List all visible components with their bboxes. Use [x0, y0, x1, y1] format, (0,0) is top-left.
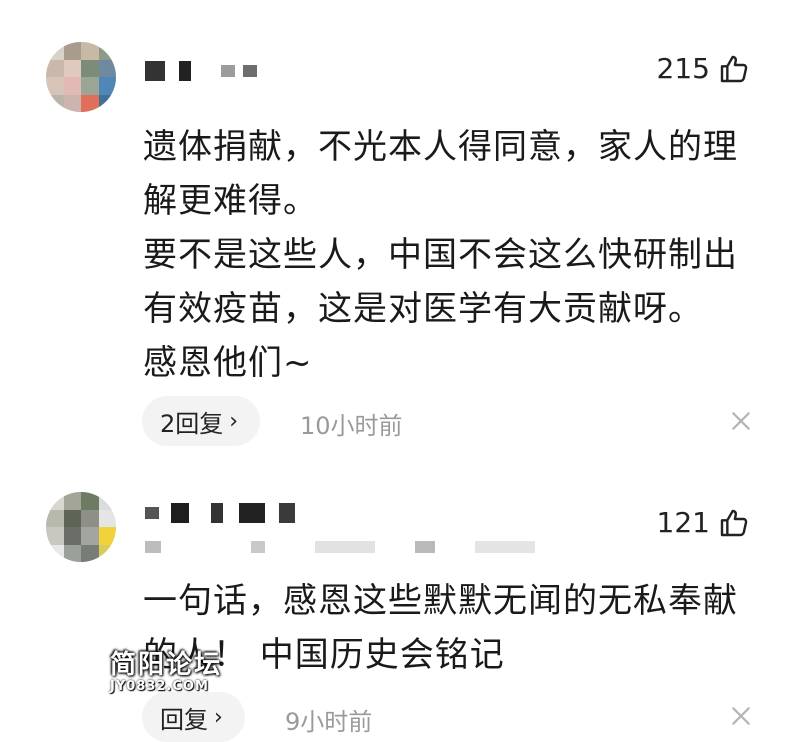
- close-icon[interactable]: [730, 705, 752, 727]
- replies-label: 2回复: [160, 409, 224, 438]
- watermark-name: 简阳论坛: [110, 650, 223, 680]
- comment-text-line: 遗体捐献，不光本人得同意，家人的理: [143, 127, 738, 167]
- like-count[interactable]: 121: [657, 506, 750, 539]
- reply-button[interactable]: 回复 ›: [142, 692, 245, 742]
- comment-text-line: 要不是这些人，中国不会这么快研制出: [143, 235, 738, 275]
- comment-text-line: 解更难得。: [143, 181, 318, 221]
- user-subtitle-redacted: [145, 540, 535, 554]
- watermark-site: JY0832.COM: [110, 679, 209, 694]
- comment-text-line: 的人！ 中国历史会铭记: [143, 635, 505, 675]
- avatar[interactable]: [46, 492, 116, 562]
- comment-text-line: 一句话，感恩这些默默无闻的无私奉献: [143, 581, 738, 621]
- like-count-value: 121: [656, 506, 710, 539]
- username-redacted[interactable]: [145, 502, 295, 524]
- thumbs-up-icon[interactable]: [718, 507, 750, 539]
- timestamp: 9小时前: [285, 708, 373, 736]
- thumbs-up-icon[interactable]: [718, 53, 750, 85]
- reply-label: 回复: [160, 705, 208, 734]
- like-count[interactable]: 215: [657, 52, 750, 85]
- like-count-value: 215: [656, 52, 710, 85]
- comment-text-line: 有效疫苗，这是对医学有大贡献呀。: [143, 289, 703, 329]
- comment-text: 遗体捐献，不光本人得同意，家人的理 解更难得。 要不是这些人，中国不会这么快研制…: [143, 120, 763, 390]
- comment-item: 215 遗体捐献，不光本人得同意，家人的理 解更难得。 要不是这些人，中国不会这…: [0, 0, 800, 470]
- comment-text: 一句话，感恩这些默默无闻的无私奉献 的人！ 中国历史会铭记: [143, 574, 763, 682]
- comment-text-line: 感恩他们~: [143, 343, 313, 383]
- timestamp: 10小时前: [300, 412, 403, 440]
- username-redacted[interactable]: [145, 60, 257, 82]
- site-watermark: 简阳论坛 JY0832.COM: [110, 644, 222, 694]
- comment-item: 121 一句话，感恩这些默默无闻的无私奉献 的人！ 中国历史会铭记 回复 › 9…: [0, 470, 800, 742]
- close-icon[interactable]: [730, 410, 752, 432]
- replies-button[interactable]: 2回复 ›: [142, 396, 261, 446]
- avatar[interactable]: [46, 42, 116, 112]
- chevron-right-icon: ›: [229, 408, 239, 434]
- chevron-right-icon: ›: [214, 704, 223, 730]
